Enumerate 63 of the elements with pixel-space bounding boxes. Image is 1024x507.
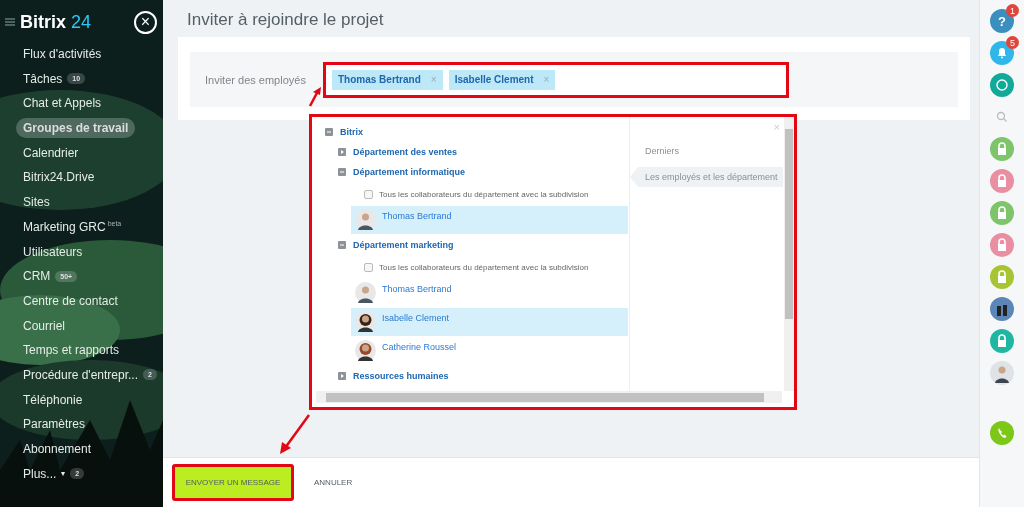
checkbox-label: Tous les collaborateurs du département avec la subdivision: [379, 189, 589, 199]
checkbox[interactable]: [364, 262, 373, 272]
notification-badge: 1: [1006, 4, 1019, 17]
employee-row[interactable]: Isabelle Clement: [351, 308, 628, 336]
sidebar-item[interactable]: Utilisateurs: [16, 241, 90, 262]
collapse-icon[interactable]: [338, 168, 346, 176]
menu-icon[interactable]: [5, 18, 15, 26]
expand-icon[interactable]: [338, 372, 346, 380]
user-tag[interactable]: Isabelle Clement ×: [448, 69, 556, 90]
chat-icon[interactable]: [990, 73, 1014, 97]
sidebar-item[interactable]: Paramètres: [16, 414, 93, 435]
input-field[interactable]: Thomas Bertrand × Isabelle Clement ×: [323, 61, 789, 98]
sidebar-item[interactable]: Calendrier: [16, 142, 86, 163]
lock-icon[interactable]: [990, 265, 1014, 289]
sidebar-item[interactable]: Bitrix24.Drive: [16, 167, 102, 188]
avatar: [355, 340, 376, 361]
lock-icon[interactable]: [990, 201, 1014, 225]
sidebar-item[interactable]: Sites: [16, 192, 57, 213]
sidebar-item[interactable]: Groupes de travail: [16, 118, 136, 139]
employee-row[interactable]: Thomas Bertrand: [351, 279, 628, 307]
send-button[interactable]: ENVOYER UN MESSAGE: [172, 464, 294, 501]
scrollbar[interactable]: [784, 117, 794, 391]
arrow-icon: [308, 87, 322, 107]
department-name[interactable]: Département informatique: [353, 167, 466, 177]
collapse-icon[interactable]: [338, 241, 346, 249]
sidebar-item[interactable]: Téléphonie: [16, 389, 90, 410]
field-label: Inviter des employés: [205, 73, 307, 86]
cancel-button[interactable]: ANNULER: [308, 477, 359, 488]
phone-icon[interactable]: [990, 421, 1014, 445]
scrollbar[interactable]: [316, 391, 782, 403]
logo: Bitrix 24: [20, 11, 92, 33]
expand-icon[interactable]: [338, 148, 346, 156]
department-name[interactable]: Bitrix: [340, 127, 363, 137]
collapse-icon[interactable]: [325, 128, 333, 136]
lock-icon[interactable]: [990, 329, 1014, 353]
sidebar-item[interactable]: Abonnement: [16, 439, 99, 459]
department-name[interactable]: Département marketing: [353, 240, 454, 250]
user-tag[interactable]: Thomas Bertrand ×: [332, 69, 443, 90]
page-title: Inviter à rejoindre le projet: [186, 9, 385, 31]
user-avatar[interactable]: [990, 361, 1014, 385]
checkbox-label: Tous les collaborateurs du département avec la subdivision: [379, 262, 589, 272]
department-name[interactable]: Ressources humaines: [353, 371, 449, 381]
sidebar-item[interactable]: Chat et Appels: [16, 93, 109, 114]
sidebar-item[interactable]: Centre de contact: [16, 290, 125, 311]
avatar: [355, 311, 376, 332]
lock-icon[interactable]: [990, 169, 1014, 193]
sidebar-item[interactable]: Courriel: [16, 315, 72, 336]
bell-icon[interactable]: [990, 41, 1014, 65]
employee-row[interactable]: Catherine Roussel: [351, 337, 628, 365]
notification-badge: 5: [1006, 36, 1019, 49]
arrow-icon: [279, 414, 311, 454]
lock-icon[interactable]: [990, 233, 1014, 257]
department-name[interactable]: Département des ventes: [353, 147, 458, 157]
group-avatar[interactable]: [990, 297, 1014, 321]
sidebar-item[interactable]: Temps et rapports: [16, 340, 127, 361]
sidebar-item[interactable]: Flux d'activités: [16, 44, 109, 64]
close-button[interactable]: ×: [134, 10, 157, 34]
avatar: [355, 209, 376, 230]
tab[interactable]: Derniers: [630, 141, 783, 161]
avatar: [355, 282, 376, 303]
lock-icon[interactable]: [990, 137, 1014, 161]
employee-row[interactable]: Thomas Bertrand: [351, 206, 628, 234]
checkbox[interactable]: [364, 189, 373, 199]
